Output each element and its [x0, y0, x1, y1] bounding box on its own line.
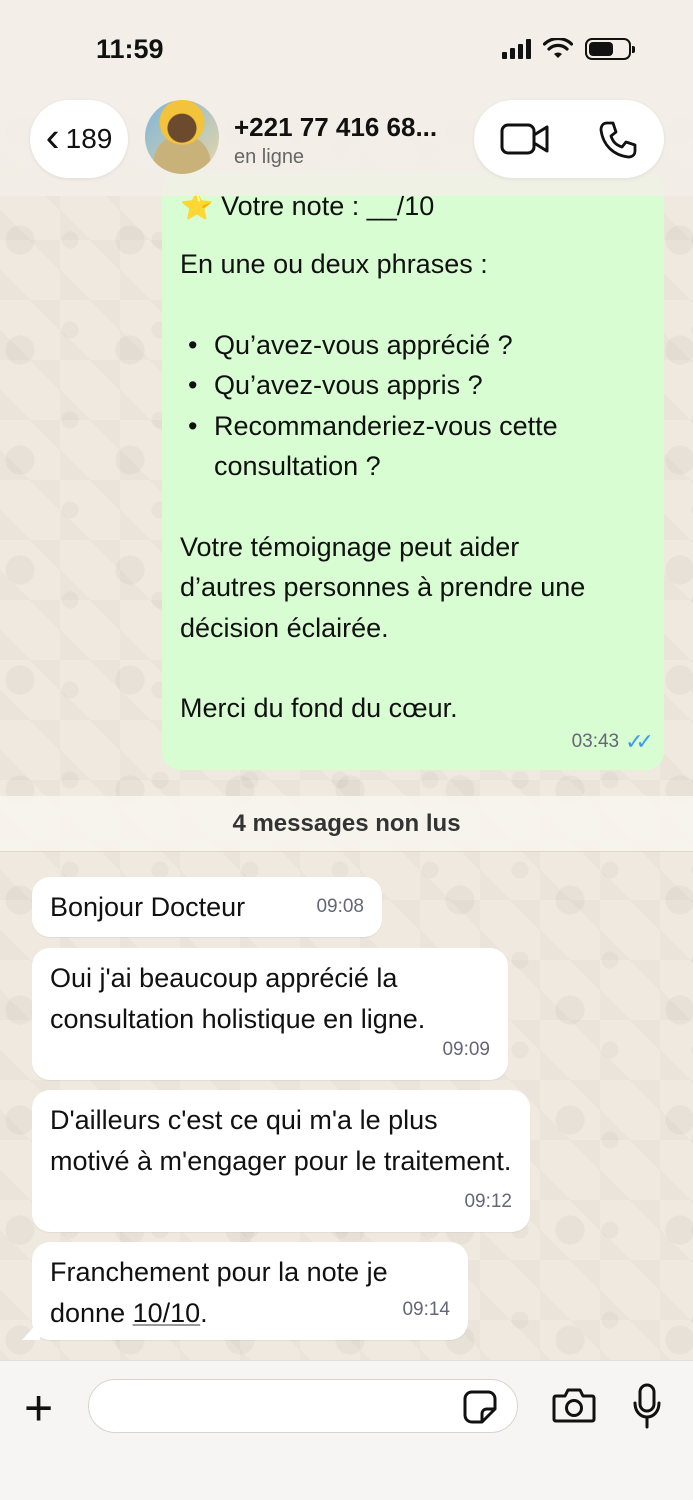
- chevron-left-icon: ‹: [45, 113, 60, 160]
- list-item: Qu’avez-vous apprécié ?: [180, 325, 644, 366]
- message-time: 09:08: [316, 895, 364, 917]
- battery-icon: [585, 38, 635, 60]
- phone-call-icon[interactable]: [598, 120, 638, 160]
- message-text: Oui j'ai beaucoup apprécié la consultati…: [50, 963, 426, 1034]
- message-time: 09:09: [442, 1038, 490, 1060]
- avatar[interactable]: [145, 100, 219, 174]
- attach-plus-icon[interactable]: +: [24, 1383, 53, 1433]
- message-text-part: .: [200, 1297, 208, 1328]
- message-time: 09:14: [402, 1298, 450, 1320]
- message-input[interactable]: [88, 1379, 518, 1433]
- chat-header: ‹ 189 +221 77 416 68... en ligne: [0, 96, 693, 196]
- status-time: 11:59: [96, 34, 164, 64]
- contact-status: en ligne: [234, 146, 305, 168]
- message-intro: En une ou deux phrases :: [180, 249, 488, 279]
- composer-bar: +: [0, 1360, 693, 1500]
- question-list: Qu’avez-vous apprécié ? Qu’avez-vous app…: [180, 325, 644, 487]
- call-actions: [474, 100, 664, 178]
- status-icons: [502, 38, 635, 60]
- unread-messages-separator: 4 messages non lus: [0, 796, 693, 852]
- sticker-icon[interactable]: [462, 1389, 498, 1425]
- incoming-message[interactable]: D'ailleurs c'est ce qui m'a le plus moti…: [32, 1090, 530, 1232]
- outgoing-message[interactable]: ⭐ Votre note : __/10 En une ou deux phra…: [162, 172, 664, 770]
- incoming-message[interactable]: Oui j'ai beaucoup apprécié la consultati…: [32, 948, 508, 1080]
- rating-link[interactable]: 10/10: [133, 1298, 201, 1328]
- status-bar: 11:59: [0, 0, 693, 96]
- incoming-message[interactable]: Franchement pour la note je donne 10/10.…: [22, 1242, 468, 1340]
- message-time: 09:12: [464, 1190, 512, 1212]
- microphone-icon[interactable]: [632, 1383, 662, 1429]
- incoming-message[interactable]: Bonjour Docteur 09:08: [32, 877, 382, 937]
- back-button[interactable]: ‹ 189: [30, 100, 128, 178]
- video-call-icon[interactable]: [500, 122, 550, 156]
- message-text: Franchement pour la note je donne 10/10.: [50, 1252, 450, 1333]
- contact-name[interactable]: +221 77 416 68...: [234, 112, 437, 143]
- wifi-icon: [543, 38, 573, 58]
- cellular-signal-icon: [502, 39, 531, 59]
- message-testimony: Votre témoignage peut aider d’autres per…: [180, 531, 586, 643]
- message-text-part: Franchement pour la note je donne: [50, 1257, 388, 1328]
- list-item: Recommanderiez-vous cette consultation ?: [180, 406, 644, 487]
- camera-icon[interactable]: [552, 1387, 596, 1423]
- message-meta: 03:43 ✓✓: [571, 722, 654, 763]
- unread-chats-count: 189: [65, 123, 113, 154]
- read-receipt-icon: ✓✓: [625, 728, 654, 754]
- message-time: 03:43: [571, 730, 620, 752]
- message-text: Bonjour Docteur: [50, 892, 246, 922]
- list-item: Qu’avez-vous appris ?: [180, 365, 644, 406]
- message-text: D'ailleurs c'est ce qui m'a le plus moti…: [50, 1105, 512, 1176]
